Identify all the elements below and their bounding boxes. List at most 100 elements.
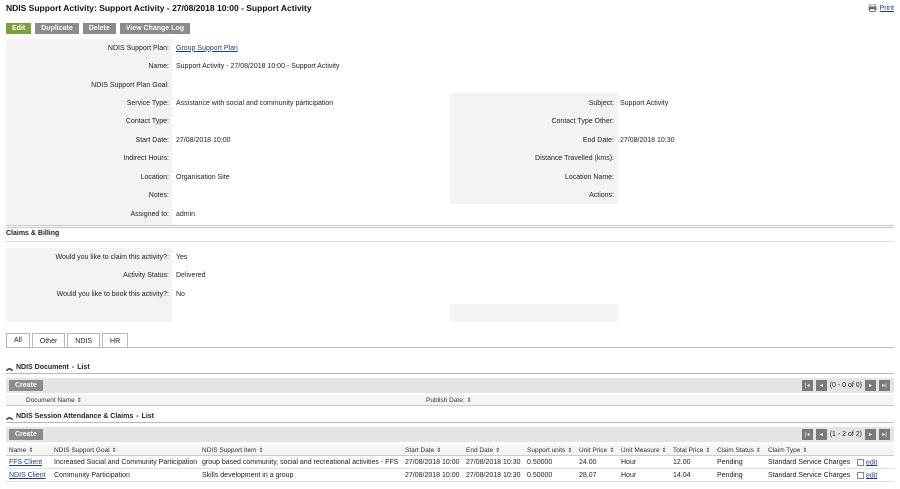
sort-icon[interactable]: ⇕ bbox=[467, 398, 472, 404]
double-chevron-up-icon[interactable]: ︽ bbox=[6, 412, 13, 422]
col-claim-type[interactable]: Claim Type ⇕ bbox=[768, 447, 807, 454]
sort-icon[interactable]: ⇕ bbox=[756, 448, 761, 454]
first-page-icon[interactable]: |◂ bbox=[801, 429, 813, 440]
sort-icon[interactable]: ⇕ bbox=[259, 448, 264, 454]
col-label: Support units bbox=[527, 447, 566, 454]
col-label: Claim Type bbox=[768, 447, 801, 454]
row-support-item: group based community, social and recrea… bbox=[202, 459, 399, 466]
col-support-goal[interactable]: NDIS Support Goal ⇕ bbox=[54, 447, 117, 454]
ndis-session-title: NDIS Session Attendance & Claims bbox=[16, 413, 134, 420]
location-label: Location: bbox=[140, 173, 169, 181]
actions-label: Actions: bbox=[589, 191, 614, 199]
sort-icon[interactable]: ⇕ bbox=[77, 398, 82, 404]
row-edit[interactable]: edit bbox=[857, 459, 877, 466]
row-edit[interactable]: edit bbox=[857, 472, 877, 479]
row-end-date: 27/08/2018 10:30 bbox=[466, 459, 521, 466]
delete-button[interactable]: Delete bbox=[82, 23, 116, 34]
col-end-date[interactable]: End Date ⇕ bbox=[466, 447, 500, 454]
row-unit-measure: Hour bbox=[621, 472, 637, 479]
col-claim-status[interactable]: Claim Status ⇕ bbox=[717, 447, 761, 454]
col-total-price[interactable]: Total Price ⇕ bbox=[673, 447, 710, 454]
col-document-name[interactable]: Document Name ⇕ bbox=[26, 397, 82, 404]
row-claim-status: Pending bbox=[717, 459, 743, 466]
tab-underline bbox=[6, 347, 894, 348]
duplicate-button[interactable]: Duplicate bbox=[35, 23, 79, 34]
create-document-button[interactable]: Create bbox=[9, 380, 43, 391]
col-publish-date[interactable]: Publish Date: ⇕ bbox=[426, 397, 472, 404]
field-start-date: Start Date: 27/08/2018 10:00 bbox=[6, 131, 306, 149]
ndis-session-sub: List bbox=[141, 413, 155, 420]
tab-hr[interactable]: HR bbox=[102, 333, 129, 348]
prev-page-icon[interactable]: ◂ bbox=[815, 429, 827, 440]
name-label: Name: bbox=[148, 62, 169, 70]
sort-icon[interactable]: ⇕ bbox=[567, 448, 572, 454]
print-link[interactable]: Print bbox=[868, 4, 894, 12]
col-label: Unit Measure bbox=[621, 447, 660, 454]
first-page-icon[interactable]: |◂ bbox=[801, 380, 813, 391]
session-table-header: Name ⇕ NDIS Support Goal ⇕ NDIS Support It… bbox=[6, 445, 894, 456]
row-name-link[interactable]: NDIS Client bbox=[9, 472, 46, 479]
service-type-value: Assistance with social and community par… bbox=[176, 99, 334, 107]
tab-ndis[interactable]: NDIS bbox=[67, 333, 101, 348]
sort-icon[interactable]: ⇕ bbox=[705, 448, 710, 454]
sort-icon[interactable]: ⇕ bbox=[609, 448, 614, 454]
subject-value: Support Activity bbox=[620, 99, 669, 107]
col-start-date[interactable]: Start Date ⇕ bbox=[405, 447, 441, 454]
ndis-session-header[interactable]: ︽ NDIS Session Attendance & Claims - Lis… bbox=[6, 411, 894, 423]
start-date-value: 27/08/2018 10:00 bbox=[176, 136, 231, 144]
row-claim-status: Pending bbox=[717, 472, 743, 479]
sort-icon[interactable]: ⇕ bbox=[28, 448, 33, 454]
field-claim-activity: Would you like to claim this activity?: … bbox=[6, 248, 306, 266]
col-support-item[interactable]: NDIS Support Item ⇕ bbox=[202, 447, 264, 454]
sort-icon[interactable]: ⇕ bbox=[112, 448, 117, 454]
ndis-document-header[interactable]: ︽ NDIS Document - List bbox=[6, 362, 894, 374]
row-start-date: 27/08/2018 10:00 bbox=[405, 472, 460, 479]
contact-type-other-label: Contact Type Other: bbox=[551, 117, 614, 125]
indirect-hours-label: Indirect Hours: bbox=[123, 154, 169, 162]
tab-all[interactable]: All bbox=[6, 333, 30, 348]
double-chevron-up-icon[interactable]: ︽ bbox=[6, 363, 13, 373]
row-name-link[interactable]: FFS Client bbox=[9, 459, 42, 466]
col-unit-measure[interactable]: Unit Measure ⇕ bbox=[621, 447, 667, 454]
last-page-icon[interactable]: ▸| bbox=[879, 380, 890, 391]
row-unit-price: 28.07 bbox=[579, 472, 597, 479]
next-page-icon[interactable]: ▸ bbox=[865, 380, 876, 391]
ndis-document-sub: List bbox=[77, 364, 90, 371]
next-page-icon[interactable]: ▸ bbox=[865, 429, 876, 440]
edit-icon[interactable] bbox=[857, 472, 864, 479]
row-support-goal: Community Participation bbox=[54, 472, 130, 479]
field-contact-type-other: Contact Type Other: bbox=[450, 112, 750, 130]
contact-type-label: Contact Type: bbox=[125, 117, 169, 125]
field-contact-type: Contact Type: bbox=[6, 112, 306, 130]
print-label[interactable]: Print bbox=[880, 5, 894, 12]
row-edit-link[interactable]: edit bbox=[866, 459, 877, 466]
sort-icon[interactable]: ⇕ bbox=[495, 448, 500, 454]
row-total-price: 14.04 bbox=[673, 472, 691, 479]
col-label: End Date bbox=[466, 447, 494, 454]
notes-label: Notes: bbox=[148, 191, 169, 199]
edit-button[interactable]: Edit bbox=[6, 23, 32, 34]
row-edit-link[interactable]: edit bbox=[866, 472, 877, 479]
tab-other[interactable]: Other bbox=[31, 333, 66, 348]
col-support-units[interactable]: Support units ⇕ bbox=[527, 447, 572, 454]
col-name[interactable]: Name ⇕ bbox=[9, 447, 33, 454]
session-pager-text: (1 - 2 of 2) bbox=[829, 431, 862, 438]
sort-icon[interactable]: ⇕ bbox=[662, 448, 667, 454]
claims-billing-heading: Claims & Billing bbox=[6, 230, 60, 237]
sort-icon[interactable]: ⇕ bbox=[436, 448, 441, 454]
support-plan-link[interactable]: Group Support Plan bbox=[176, 45, 238, 52]
col-unit-price[interactable]: Unit Price ⇕ bbox=[579, 447, 614, 454]
edit-icon[interactable] bbox=[857, 459, 864, 466]
field-location: Location: Organisation Site bbox=[6, 168, 306, 186]
create-session-button[interactable]: Create bbox=[9, 429, 43, 440]
row-claim-type: Standard Service Charges bbox=[768, 472, 851, 479]
view-change-log-button[interactable]: View Change Log bbox=[119, 23, 190, 34]
field-indirect-hours: Indirect Hours: bbox=[6, 149, 306, 167]
book-activity-label: Would you like to book this activity?: bbox=[56, 290, 169, 298]
last-page-icon[interactable]: ▸| bbox=[879, 429, 890, 440]
row-claim-type: Standard Service Charges bbox=[768, 459, 851, 466]
row-unit-measure: Hour bbox=[621, 459, 637, 466]
prev-page-icon[interactable]: ◂ bbox=[815, 380, 827, 391]
sort-icon[interactable]: ⇕ bbox=[802, 448, 807, 454]
section-divider bbox=[6, 225, 894, 226]
